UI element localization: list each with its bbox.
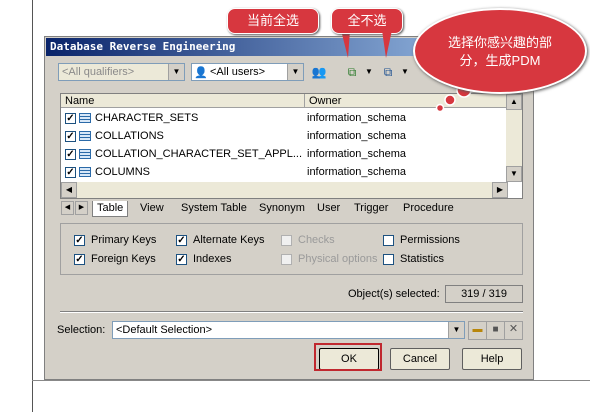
checkbox[interactable]: ✓ (74, 254, 85, 265)
objects-selected-label: Object(s) selected: (348, 288, 440, 300)
user-icon: 👤 (194, 67, 208, 79)
table-icon (79, 149, 91, 159)
table-icon (79, 167, 91, 177)
row-checkbox[interactable]: ✓ (65, 149, 76, 160)
table-row[interactable]: ✓ COLLATION_CHARACTER_SET_APPL... inform… (61, 146, 506, 164)
qualifiers-combo[interactable]: <All qualifiers> ▼ (58, 63, 185, 81)
option-label: Indexes (193, 253, 232, 265)
checkbox[interactable] (383, 235, 394, 246)
scroll-right-icon[interactable]: ▶ (492, 182, 508, 198)
save-selection-icon[interactable]: ■ (486, 321, 505, 340)
object-type-tabs: ◀ ▶ Table View System Table Synonym User… (60, 201, 523, 217)
option-label: Foreign Keys (91, 253, 156, 265)
row-checkbox[interactable]: ✓ (65, 113, 76, 124)
chevron-down-icon[interactable]: ▼ (448, 322, 464, 338)
checkbox (281, 254, 292, 265)
chevron-down-icon[interactable]: ▼ (168, 64, 184, 80)
ok-highlight (314, 343, 382, 371)
row-checkbox[interactable]: ✓ (65, 167, 76, 178)
row-checkbox[interactable]: ✓ (65, 131, 76, 142)
checkbox[interactable]: ✓ (74, 235, 85, 246)
divider (60, 311, 523, 313)
select-users-icon[interactable]: 👥 (309, 63, 329, 81)
option-label: Alternate Keys (193, 234, 265, 246)
row-name: COLLATIONS (95, 130, 164, 142)
tab-procedure[interactable]: Procedure (403, 201, 454, 216)
row-name: CHARACTER_SETS (95, 112, 199, 124)
callout-text-line1: 选择你感兴趣的部 (447, 35, 552, 50)
tab-scroll-left-icon[interactable]: ◀ (61, 201, 74, 215)
chevron-down-icon[interactable]: ▼ (287, 64, 303, 80)
table-row[interactable]: ✓ COLLATIONS information_schema (61, 128, 506, 146)
checkbox[interactable]: ✓ (176, 254, 187, 265)
reverse-options-group: ✓ Primary Keys ✓ Alternate Keys Checks P… (60, 223, 523, 275)
tab-user[interactable]: User (317, 201, 340, 216)
row-owner: information_schema (307, 166, 407, 178)
checkbox[interactable]: ✓ (176, 235, 187, 246)
callout-pointer (341, 30, 350, 58)
selection-value: <Default Selection> (116, 324, 213, 336)
table-icon (79, 113, 91, 123)
users-combo[interactable]: 👤 <All users> ▼ (191, 63, 304, 81)
column-header-name[interactable]: Name (61, 94, 305, 108)
row-name: COLLATION_CHARACTER_SET_APPL... (95, 148, 303, 160)
callout-choose-objects: 选择你感兴趣的部 分，生成PDM (413, 8, 587, 94)
delete-selection-icon[interactable]: ✕ (504, 321, 523, 340)
table-row[interactable]: ✓ COLUMNS information_schema (61, 164, 506, 182)
tab-synonym[interactable]: Synonym (259, 201, 305, 216)
objects-selected-count: 319 / 319 (445, 285, 523, 303)
option-label: Physical options (298, 253, 378, 265)
scroll-up-icon[interactable]: ▲ (506, 94, 522, 110)
tab-trigger[interactable]: Trigger (354, 201, 388, 216)
option-label: Statistics (400, 253, 445, 265)
row-owner: information_schema (307, 148, 407, 160)
chevron-down-icon[interactable]: ▼ (395, 63, 415, 81)
callout-text-line2: 分，生成PDM (459, 53, 541, 68)
scroll-down-icon[interactable]: ▼ (506, 166, 522, 182)
tab-view[interactable]: View (140, 201, 164, 216)
option-label: Permissions (400, 234, 460, 246)
qualifiers-value: <All qualifiers> (62, 66, 135, 78)
dialog-title: Database Reverse Engineering (50, 40, 236, 53)
selection-combo[interactable]: <Default Selection> ▼ (112, 321, 465, 339)
tab-table[interactable]: Table (92, 201, 129, 217)
checkbox[interactable] (383, 254, 394, 265)
cancel-button[interactable]: Cancel (390, 348, 450, 370)
checkbox (281, 235, 292, 246)
users-value: <All users> (210, 66, 266, 78)
tab-scroll-right-icon[interactable]: ▶ (75, 201, 88, 215)
help-button[interactable]: Help (462, 348, 522, 370)
page-left-border (32, 0, 33, 412)
row-owner: information_schema (307, 130, 407, 142)
callout-pointer (382, 30, 392, 58)
horizontal-scrollbar[interactable]: ◀ ▶ (61, 182, 508, 198)
page-bottom-border (32, 380, 590, 381)
callout-select-all: 当前全选 (227, 8, 319, 34)
scroll-left-icon[interactable]: ◀ (61, 182, 77, 198)
row-owner: information_schema (307, 112, 407, 124)
selection-label: Selection: (57, 324, 106, 336)
table-icon (79, 131, 91, 141)
option-label: Checks (298, 234, 335, 246)
chevron-down-icon[interactable]: ▼ (359, 63, 379, 81)
tab-system-table[interactable]: System Table (181, 201, 247, 216)
vertical-scrollbar[interactable]: ▲ ▼ (506, 94, 522, 182)
row-name: COLUMNS (95, 166, 151, 178)
open-folder-icon[interactable]: ▬ (468, 321, 487, 340)
option-label: Primary Keys (91, 234, 157, 246)
